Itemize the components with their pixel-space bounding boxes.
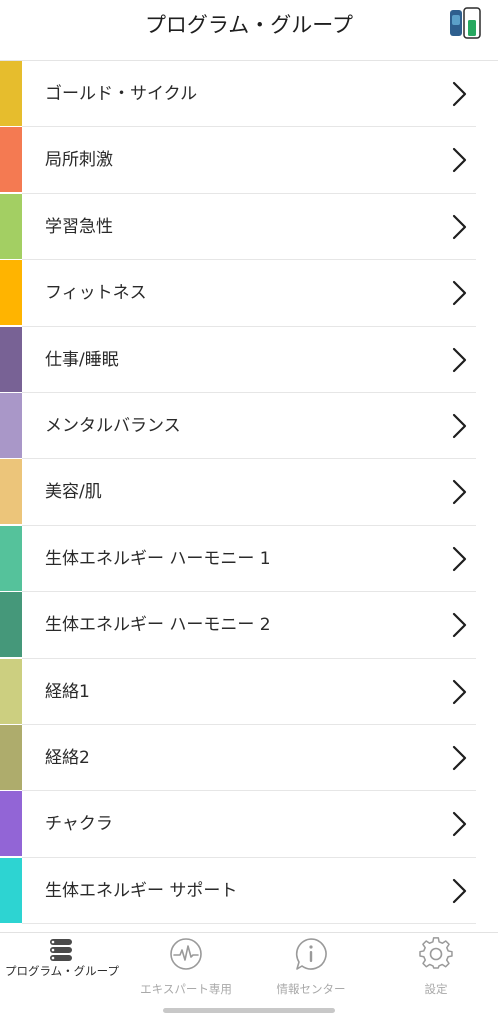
list-item[interactable]: 局所刺激 <box>0 127 498 194</box>
list-item[interactable]: 経絡2 <box>0 724 498 792</box>
group-color-bar <box>0 392 22 458</box>
program-group-list: ゴールド・サイクル 局所刺激 学習急性 フィットネス 仕事/睡眠 メンタルバラン… <box>0 61 498 925</box>
tab-settings[interactable]: 設定 <box>374 933 498 1003</box>
chevron-right-icon <box>452 214 467 239</box>
group-color-bar <box>0 791 22 857</box>
device-battery-icon[interactable] <box>448 6 482 40</box>
tab-label: 情報センター <box>276 982 346 996</box>
group-color-bar <box>0 857 22 923</box>
chevron-right-icon <box>452 878 467 903</box>
tab-label: 設定 <box>424 982 448 996</box>
group-color-bar <box>0 326 22 392</box>
group-label: 仕事/睡眠 <box>45 349 119 370</box>
info-bubble-icon <box>295 938 327 970</box>
tab-program-groups[interactable]: プログラム・グループ <box>0 933 124 1003</box>
group-color-bar <box>0 459 22 525</box>
group-label: 学習急性 <box>45 216 113 237</box>
chevron-right-icon <box>452 745 467 771</box>
group-color-bar <box>0 724 22 790</box>
chevron-right-icon <box>452 281 467 306</box>
list-item[interactable]: 生体エネルギー ハーモニー 2 <box>0 592 498 659</box>
group-color-bar <box>0 61 22 126</box>
group-color-bar <box>0 658 22 724</box>
chevron-right-icon <box>452 413 467 439</box>
group-label: 経絡1 <box>45 681 90 702</box>
group-label: 生体エネルギー ハーモニー 1 <box>45 548 271 569</box>
list-item[interactable]: 美容/肌 <box>0 459 498 526</box>
group-label: ゴールド・サイクル <box>45 84 198 104</box>
chevron-right-icon <box>452 812 467 837</box>
group-label: フィットネス <box>45 283 147 304</box>
group-color-bar <box>0 260 22 326</box>
heartbeat-icon <box>170 938 202 970</box>
home-indicator <box>163 1008 335 1013</box>
group-label: メンタルバランス <box>45 415 181 436</box>
tab-label: エキスパート専用 <box>140 982 232 996</box>
chevron-right-icon <box>452 347 467 372</box>
group-color-bar <box>0 127 22 193</box>
group-label: 経絡2 <box>45 747 90 768</box>
tab-info-center[interactable]: 情報センター <box>249 933 373 1003</box>
group-label: 生体エネルギー サポート <box>45 880 238 901</box>
chevron-right-icon <box>452 81 467 107</box>
list-item[interactable]: 経絡1 <box>0 658 498 725</box>
group-color-bar <box>0 525 22 591</box>
chevron-right-icon <box>452 148 467 173</box>
page-title: プログラム・グループ <box>144 13 354 37</box>
list-item[interactable]: 生体エネルギー サポート <box>0 857 498 925</box>
group-color-bar <box>0 592 22 658</box>
header: プログラム・グループ <box>0 0 498 61</box>
tab-expert-only[interactable]: エキスパート専用 <box>124 933 248 1003</box>
gear-icon <box>419 937 453 969</box>
group-label: 局所刺激 <box>45 150 113 171</box>
group-label: 生体エネルギー ハーモニー 2 <box>45 615 271 636</box>
chevron-right-icon <box>452 480 467 505</box>
divider <box>22 923 476 925</box>
group-label: チャクラ <box>45 814 113 835</box>
list-item[interactable]: チャクラ <box>0 791 498 858</box>
chevron-right-icon <box>452 546 467 571</box>
list-item[interactable]: ゴールド・サイクル <box>0 61 498 128</box>
group-label: 美容/肌 <box>45 482 102 503</box>
chevron-right-icon <box>452 613 467 638</box>
list-item[interactable]: 生体エネルギー ハーモニー 1 <box>0 525 498 593</box>
list-item[interactable]: 学習急性 <box>0 193 498 261</box>
group-color-bar <box>0 193 22 259</box>
tab-label: プログラム・グループ <box>5 964 119 978</box>
chevron-right-icon <box>452 679 467 704</box>
list-item[interactable]: フィットネス <box>0 260 498 327</box>
list-item[interactable]: 仕事/睡眠 <box>0 326 498 393</box>
list-item[interactable]: メンタルバランス <box>0 392 498 460</box>
